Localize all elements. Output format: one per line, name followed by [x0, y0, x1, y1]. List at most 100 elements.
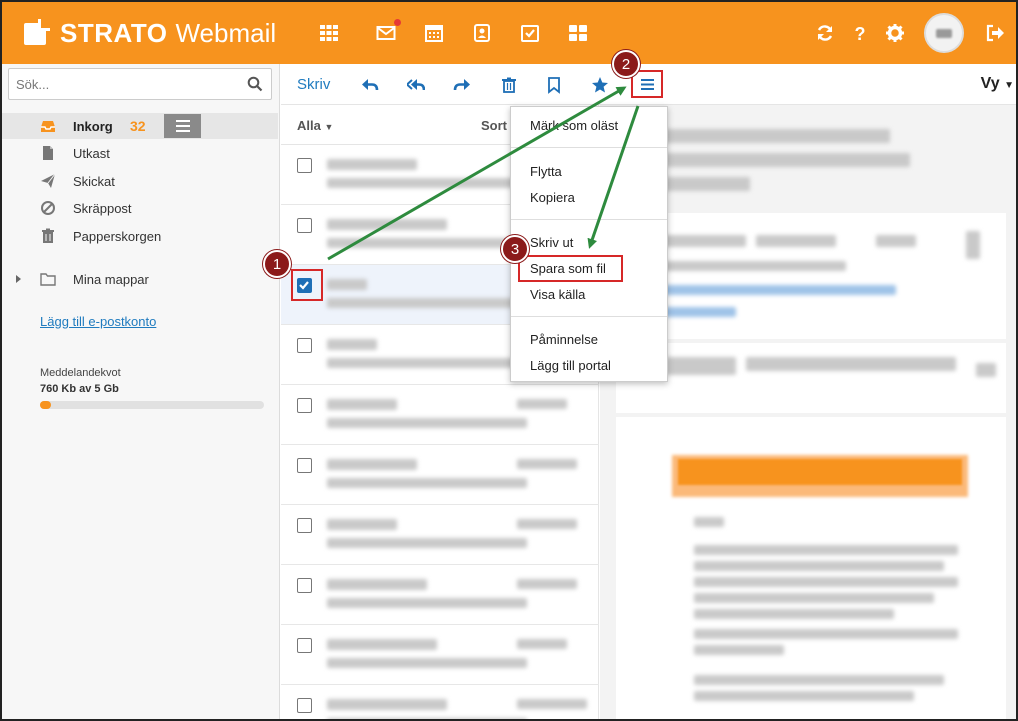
logo-mark-icon: [24, 19, 52, 47]
reply-all-icon[interactable]: [405, 76, 426, 94]
filter-dropdown[interactable]: Alla ▼: [297, 118, 333, 133]
quota-bar: [40, 401, 264, 409]
settings-icon[interactable]: [884, 22, 906, 44]
mail-list-row[interactable]: [281, 385, 599, 445]
reply-icon[interactable]: [361, 76, 379, 94]
compose-button[interactable]: Skriv: [297, 76, 330, 93]
callout-1: 1: [263, 250, 291, 278]
sidebar-item-label: Utkast: [73, 146, 110, 161]
mail-list-row[interactable]: [281, 625, 599, 685]
sidebar-item-label: Skickat: [73, 174, 115, 189]
sidebar-item-drafts[interactable]: Utkast: [2, 140, 278, 166]
sidebar-item-label: Papperskorgen: [73, 229, 162, 244]
bookmark-icon[interactable]: [545, 76, 563, 94]
row-checkbox[interactable]: [297, 398, 312, 413]
view-label: Vy: [980, 75, 1000, 92]
strato-logo[interactable]: STRATO Webmail: [24, 17, 276, 49]
menu-item-mark-unread[interactable]: Märk som oläst: [530, 118, 618, 133]
chevron-down-icon: ▼: [1004, 80, 1014, 91]
webmail-window: STRATO Webmail ? Sök... Inkorg 32 Utkast…: [0, 0, 1018, 721]
mail-list-row[interactable]: [281, 445, 599, 505]
refresh-icon[interactable]: [814, 22, 836, 44]
calendar-icon[interactable]: [423, 22, 445, 44]
unread-count-badge: 32: [130, 118, 146, 134]
portal-icon[interactable]: [567, 22, 589, 44]
row-checkbox[interactable]: [297, 698, 312, 713]
row-checkbox[interactable]: [297, 158, 312, 173]
row-checkbox[interactable]: [297, 518, 312, 533]
callout-3: 3: [501, 235, 529, 263]
sidebar-item-spam[interactable]: Skräppost: [2, 195, 278, 221]
menu-divider: [511, 316, 667, 317]
menu-divider: [511, 147, 667, 148]
folder-menu-button[interactable]: [164, 114, 201, 138]
search-icon[interactable]: [247, 76, 263, 92]
more-actions-menu: Märk som oläst Flytta Kopiera Skriv ut S…: [510, 106, 668, 382]
callout-2: 2: [612, 50, 640, 78]
mail-icon[interactable]: [375, 19, 401, 44]
more-actions-button[interactable]: [631, 70, 663, 98]
row-checkbox[interactable]: [297, 338, 312, 353]
menu-icon: [175, 120, 190, 132]
menu-divider: [511, 219, 667, 220]
star-icon[interactable]: [591, 76, 609, 94]
contacts-icon[interactable]: [471, 22, 493, 44]
search-input[interactable]: Sök...: [8, 68, 272, 100]
add-account-link[interactable]: Lägg till e-postkonto: [40, 314, 156, 329]
draft-icon: [43, 146, 53, 160]
expand-caret-icon[interactable]: [16, 275, 21, 283]
apps-icon[interactable]: [318, 22, 340, 44]
forward-icon[interactable]: [453, 76, 471, 94]
inbox-icon: [41, 121, 55, 132]
tasks-icon[interactable]: [519, 22, 541, 44]
notification-dot: [394, 19, 401, 26]
chevron-down-icon: ▼: [324, 122, 334, 132]
sidebar-item-my-folders[interactable]: Mina mappar: [2, 266, 278, 292]
folder-icon: [40, 273, 56, 286]
quota-fill: [40, 401, 52, 409]
menu-item-view-source[interactable]: Visa källa: [530, 287, 585, 302]
view-dropdown[interactable]: Vy ▼: [981, 75, 1014, 93]
mail-list-row[interactable]: [281, 685, 599, 719]
row-checkbox[interactable]: [297, 458, 312, 473]
row-checkbox[interactable]: [297, 578, 312, 593]
sidebar: Sök... Inkorg 32 Utkast Skickat Skräppos…: [2, 64, 280, 719]
menu-item-print[interactable]: Skriv ut: [530, 235, 573, 250]
help-icon[interactable]: ?: [849, 22, 871, 44]
sidebar-item-label: Skräppost: [73, 201, 132, 216]
row-checkbox[interactable]: [297, 638, 312, 653]
logout-icon[interactable]: [984, 22, 1006, 44]
sidebar-item-label: Inkorg: [73, 119, 113, 134]
delete-icon[interactable]: [500, 76, 518, 94]
filter-label: Alla: [297, 118, 321, 133]
menu-icon: [640, 78, 654, 90]
svg-text:?: ?: [855, 24, 866, 43]
row-checkbox[interactable]: [297, 218, 312, 233]
check-icon: [299, 281, 309, 290]
sent-icon: [41, 173, 56, 188]
quota-value: 760 Kb av 5 Gb: [40, 383, 119, 395]
avatar[interactable]: [924, 13, 964, 53]
save-as-file-highlight: [518, 255, 623, 282]
search-placeholder: Sök...: [16, 77, 50, 92]
sidebar-item-label: Mina mappar: [73, 272, 149, 287]
row-checkbox[interactable]: [297, 278, 312, 293]
message-body: [616, 417, 1006, 719]
menu-item-move[interactable]: Flytta: [530, 164, 562, 179]
sidebar-item-trash[interactable]: Papperskorgen: [2, 223, 278, 249]
sort-dropdown[interactable]: Sort: [481, 118, 507, 133]
logo-brand: STRATO: [60, 17, 168, 48]
mail-list-row[interactable]: [281, 565, 599, 625]
mail-list-row[interactable]: [281, 505, 599, 565]
quota-label: Meddelandekvot: [40, 367, 121, 379]
message-header-card: [616, 213, 1006, 339]
message-meta-card: [616, 343, 1006, 413]
menu-item-reminder[interactable]: Påminnelse: [530, 332, 598, 347]
logo-product: Webmail: [175, 17, 277, 48]
spam-icon: [41, 201, 55, 215]
menu-item-add-to-portal[interactable]: Lägg till portal: [530, 358, 611, 373]
menu-item-copy[interactable]: Kopiera: [530, 190, 575, 205]
sidebar-item-sent[interactable]: Skickat: [2, 168, 278, 194]
mail-toolbar: Skriv Vy ▼: [281, 64, 1016, 105]
sidebar-item-inbox[interactable]: Inkorg 32: [2, 113, 278, 139]
